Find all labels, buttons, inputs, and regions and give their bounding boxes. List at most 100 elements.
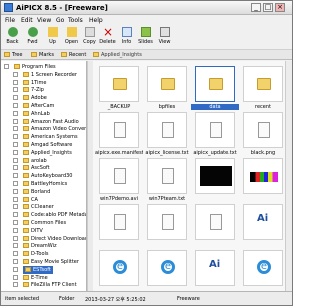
- expand-icon[interactable]: [13, 227, 18, 233]
- toolbar-back[interactable]: Back: [4, 26, 21, 48]
- expand-icon[interactable]: [13, 173, 18, 179]
- tree-node[interactable]: Adobe: [13, 94, 47, 102]
- expand-icon[interactable]: [13, 259, 18, 264]
- toolbar-slides[interactable]: Slides: [137, 26, 154, 48]
- tree-node[interactable]: CCleaner: [13, 203, 54, 211]
- expand-icon[interactable]: [13, 165, 18, 171]
- thumbnail-card[interactable]: [195, 158, 235, 194]
- toolbar-view[interactable]: View: [156, 26, 173, 48]
- expand-icon[interactable]: [13, 157, 18, 163]
- toolbar-info[interactable]: Info: [118, 26, 135, 48]
- thumbnail-card[interactable]: Ai: [195, 250, 235, 286]
- tab-recent[interactable]: Recent: [61, 51, 86, 59]
- thumbnail-card[interactable]: [243, 66, 283, 102]
- tree-node[interactable]: Common Files: [13, 219, 66, 227]
- thumbnail-card[interactable]: [195, 112, 235, 148]
- expand-icon[interactable]: [13, 126, 18, 132]
- expand-icon[interactable]: [13, 212, 18, 218]
- folder-tree[interactable]: Program Files 1 Screen Recorder 1Time 7-Zip…: [1, 61, 87, 291]
- tree-node[interactable]: Code:ablo PDF Metadata: [13, 211, 86, 219]
- expand-icon[interactable]: [13, 134, 18, 140]
- thumbnail-grid[interactable]: _BACKUP bpfiles data recent aipicx.exe.manif…: [93, 61, 285, 291]
- thumbnail-card[interactable]: [99, 112, 139, 148]
- toolbar-up[interactable]: Up: [44, 26, 61, 48]
- thumbnail-card[interactable]: [99, 66, 139, 102]
- expand-icon[interactable]: [13, 220, 18, 225]
- thumbnail-card[interactable]: e: [99, 250, 139, 286]
- close-button[interactable]: ×: [275, 3, 285, 12]
- expand-icon[interactable]: [13, 181, 18, 186]
- menu-go[interactable]: Go: [56, 17, 64, 24]
- tree-node[interactable]: Amazon Fast Audio: [13, 118, 79, 126]
- thumbnail-card[interactable]: [147, 66, 187, 102]
- expand-icon[interactable]: [13, 251, 18, 257]
- tree-node[interactable]: ESTsoft: [13, 265, 53, 274]
- tree-node[interactable]: Easy Movie Splitter: [13, 258, 79, 266]
- thumbnail-card[interactable]: [243, 158, 283, 194]
- tree-node[interactable]: 1Time: [13, 79, 46, 87]
- thumbnail-card[interactable]: e: [147, 250, 187, 286]
- toolbar-delete[interactable]: × Delete: [99, 26, 116, 48]
- tree-node[interactable]: Amgad Software: [13, 141, 72, 149]
- tree-node[interactable]: DreamWiz: [13, 242, 57, 250]
- tree-node[interactable]: arolab: [13, 157, 47, 165]
- menu-view[interactable]: View: [37, 17, 51, 24]
- tree-node[interactable]: Applied_Insights: [13, 149, 72, 157]
- expand-icon[interactable]: [13, 204, 18, 210]
- expand-icon[interactable]: [13, 95, 18, 101]
- thumbnail-card[interactable]: [99, 204, 139, 240]
- expand-icon[interactable]: [13, 149, 18, 155]
- tree-node[interactable]: 1 Screen Recorder: [13, 71, 77, 79]
- tree-node[interactable]: Amazon Video Converter: [13, 125, 86, 133]
- tree-node[interactable]: AfterCam: [13, 102, 54, 110]
- tree-node[interactable]: AhnLab: [13, 110, 50, 118]
- tab-marks[interactable]: Marks: [31, 51, 54, 59]
- tree-node[interactable]: AutoKeyboard30: [13, 172, 72, 180]
- tree-node[interactable]: Borland: [13, 188, 50, 196]
- thumbnail-card[interactable]: [99, 158, 139, 194]
- expand-icon[interactable]: [13, 103, 18, 108]
- tree-node[interactable]: CA: [13, 196, 38, 204]
- expand-icon[interactable]: [13, 274, 18, 280]
- tab-tree[interactable]: Tree: [4, 51, 22, 59]
- minimize-button[interactable]: _: [251, 3, 261, 12]
- expand-icon[interactable]: [13, 266, 18, 272]
- thumbnail-card[interactable]: [147, 158, 187, 194]
- thumbnail-card[interactable]: [147, 204, 187, 240]
- expand-icon[interactable]: [13, 71, 18, 77]
- expand-icon[interactable]: [13, 235, 18, 241]
- thumbnail-card[interactable]: [195, 66, 235, 102]
- expand-icon[interactable]: [4, 64, 9, 69]
- maximize-button[interactable]: □: [263, 3, 273, 12]
- expand-icon[interactable]: [13, 196, 18, 202]
- expand-icon[interactable]: [13, 282, 18, 288]
- toolbar-forward[interactable]: Fwd: [24, 26, 41, 48]
- expand-icon[interactable]: [13, 87, 18, 93]
- tree-node[interactable]: AscSoft: [13, 164, 50, 172]
- tree-node[interactable]: 7-Zip: [13, 86, 44, 94]
- menu-edit[interactable]: Edit: [21, 17, 33, 24]
- expand-icon[interactable]: [13, 243, 18, 249]
- tree-node[interactable]: DITV: [13, 227, 43, 235]
- expand-icon[interactable]: [13, 79, 18, 85]
- tree-node[interactable]: Direct Video Downloader: [13, 235, 86, 243]
- tree-node[interactable]: Program Files: [4, 63, 56, 71]
- menu-tools[interactable]: Tools: [68, 17, 83, 24]
- thumbnail-card[interactable]: [147, 112, 187, 148]
- thumbnail-card[interactable]: e: [243, 250, 283, 286]
- menu-file[interactable]: File: [5, 17, 15, 24]
- thumbnail-card[interactable]: [195, 204, 235, 240]
- tree-node[interactable]: American Systems: [13, 133, 78, 141]
- thumbnail-scrollbar[interactable]: [285, 61, 292, 291]
- expand-icon[interactable]: [13, 142, 18, 147]
- expand-icon[interactable]: [13, 188, 18, 194]
- tree-node[interactable]: BattleyHomics: [13, 180, 67, 188]
- thumbnail-card[interactable]: [243, 112, 283, 148]
- tree-node[interactable]: E-Time: [13, 274, 48, 282]
- expand-icon[interactable]: [13, 118, 18, 124]
- tree-node[interactable]: D-Tools: [13, 250, 49, 258]
- thumbnail-card[interactable]: Ai: [243, 204, 283, 240]
- tree-node[interactable]: FileZilla FTP Client: [13, 281, 77, 289]
- menu-help[interactable]: Help: [89, 17, 103, 24]
- expand-icon[interactable]: [13, 110, 18, 116]
